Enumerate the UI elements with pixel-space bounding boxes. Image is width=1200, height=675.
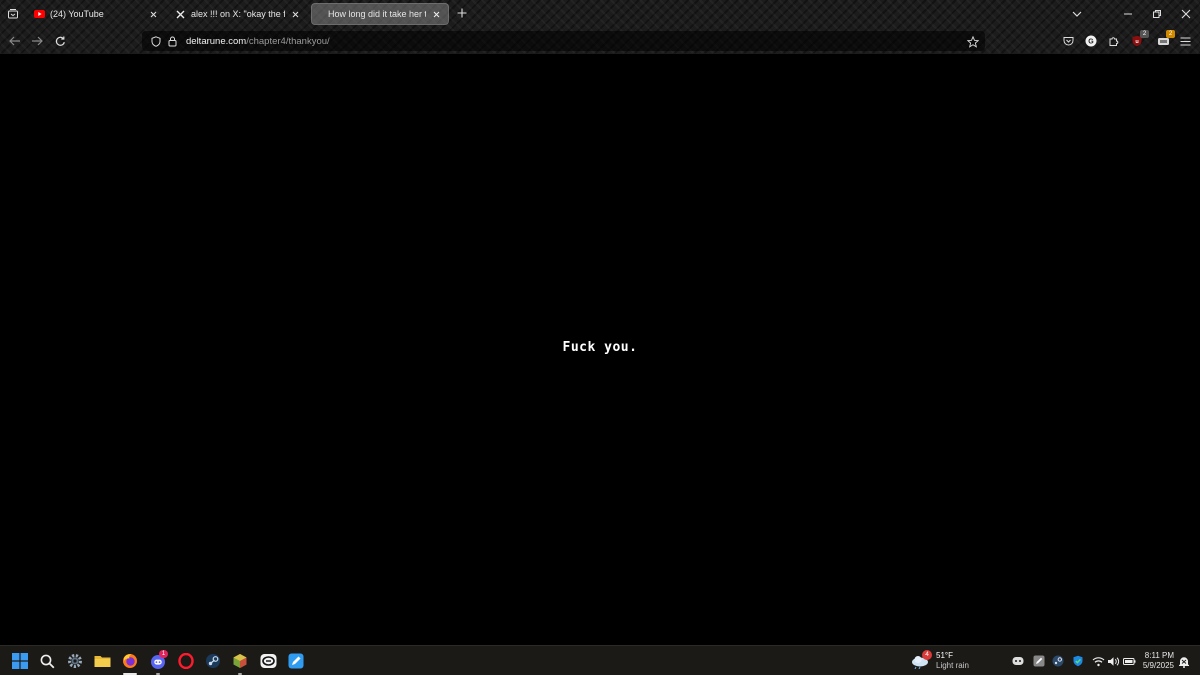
hamburger-menu-icon: [1180, 36, 1190, 46]
tab-title: How long did it take her to sm: [328, 9, 426, 19]
tab-list-button[interactable]: [4, 5, 22, 23]
weather-text: 51°F Light rain: [936, 651, 969, 671]
weather-alert-badge: 4: [922, 650, 932, 660]
address-bar[interactable]: deltarune.com/chapter4/thankyou/: [142, 31, 985, 51]
restore-button[interactable]: [1148, 5, 1166, 23]
ublock-badge: 2: [1140, 30, 1149, 38]
pen-app-icon: [288, 653, 304, 669]
weather-widget[interactable]: 4 51°F Light rain: [910, 650, 969, 672]
browser-chrome: (24) YouTube alex !!! on X: "okay the fa…: [0, 0, 1200, 54]
close-tab-icon[interactable]: [147, 8, 159, 20]
tray-discord-icon[interactable]: [1011, 654, 1025, 668]
reload-icon: [55, 36, 65, 46]
svg-text:G: G: [1088, 38, 1094, 45]
url-text[interactable]: deltarune.com/chapter4/thankyou/: [186, 36, 330, 47]
opera-icon: [178, 653, 194, 669]
close-window-button[interactable]: [1177, 5, 1195, 23]
list-all-tabs-button[interactable]: [1068, 5, 1086, 23]
taskbar-opera[interactable]: [175, 650, 197, 672]
search-button[interactable]: [36, 650, 58, 672]
tab-title: (24) YouTube: [50, 9, 104, 19]
weather-temperature: 51°F: [936, 651, 953, 660]
youtube-icon: [34, 9, 45, 20]
steam-icon: [206, 654, 220, 668]
ublock-origin-button[interactable]: u 2: [1128, 30, 1149, 50]
tab-title: alex !!! on X: "okay the fact that: [191, 9, 285, 19]
taskbar-discord[interactable]: 1: [147, 650, 169, 675]
page-message: Fuck you.: [562, 340, 638, 355]
close-tab-icon[interactable]: [289, 8, 301, 20]
gear-icon: [68, 654, 82, 668]
search-icon: [40, 654, 54, 668]
system-clock[interactable]: 8:11 PM 5/9/2025: [1128, 651, 1174, 671]
tab-x-post[interactable]: alex !!! on X: "okay the fact that: [169, 3, 307, 25]
rain-cloud-icon: 4: [910, 650, 932, 670]
tracking-protection-shield-icon[interactable]: [150, 35, 162, 47]
weather-condition: Light rain: [936, 661, 969, 670]
tab-deltarune[interactable]: How long did it take her to sm: [311, 3, 449, 25]
lock-icon[interactable]: [166, 35, 178, 47]
taskbar-steam[interactable]: [202, 650, 224, 672]
page-viewport: Fuck you.: [0, 54, 1200, 645]
firefox-icon: [123, 654, 137, 668]
tray-security-shield-icon[interactable]: [1071, 654, 1085, 668]
pocket-icon: [1063, 37, 1073, 46]
taskbar-firefox[interactable]: [119, 650, 141, 675]
tray-pen-icon[interactable]: [1032, 654, 1046, 668]
url-path: /chapter4/thankyou/: [246, 35, 330, 47]
extensions-button[interactable]: [1105, 32, 1123, 50]
reload-button[interactable]: [51, 32, 69, 50]
close-tab-icon[interactable]: [430, 8, 442, 20]
cube-app-icon: [233, 654, 247, 668]
windows-logo-icon: [12, 653, 28, 669]
forward-button[interactable]: [28, 32, 46, 50]
puzzle-piece-icon: [1109, 37, 1119, 46]
tray-steam-icon[interactable]: [1051, 654, 1065, 668]
navigation-toolbar: deltarune.com/chapter4/thankyou/ G u 2 2: [0, 28, 1200, 54]
account-button[interactable]: G: [1082, 32, 1100, 50]
minimize-button[interactable]: [1119, 5, 1137, 23]
pocket-button[interactable]: [1059, 32, 1077, 50]
wifi-icon[interactable]: [1091, 654, 1105, 668]
volume-icon[interactable]: [1106, 654, 1120, 668]
taskbar-app-chat[interactable]: [257, 650, 279, 672]
back-button[interactable]: [6, 32, 24, 50]
start-button[interactable]: [9, 650, 31, 672]
plus-icon: [457, 8, 467, 18]
new-tab-button[interactable]: [455, 6, 469, 20]
arrow-left-icon: [9, 36, 20, 46]
folder-icon: [94, 656, 110, 667]
notification-bell-icon[interactable]: [1178, 655, 1190, 668]
extension-badge: 2: [1166, 30, 1175, 38]
taskbar: 1 4 51°F Light rain 8:11 PM 5/9/2025: [0, 645, 1200, 675]
taskbar-app-notes[interactable]: [285, 650, 307, 672]
clock-time: 8:11 PM: [1144, 651, 1174, 660]
minimize-icon: [1124, 13, 1132, 15]
svg-text:u: u: [1135, 39, 1138, 45]
close-icon: [1181, 9, 1191, 19]
restore-icon: [1153, 10, 1161, 18]
clock-date: 5/9/2025: [1142, 661, 1174, 670]
tab-list-icon: [8, 9, 18, 19]
extension-button[interactable]: 2: [1154, 30, 1175, 50]
tab-youtube[interactable]: (24) YouTube: [28, 3, 165, 25]
taskbar-settings[interactable]: [64, 650, 86, 672]
taskbar-app-cube[interactable]: [229, 650, 251, 675]
taskbar-file-explorer[interactable]: [91, 650, 113, 672]
arrow-right-icon: [32, 36, 43, 46]
tab-strip: (24) YouTube alex !!! on X: "okay the fa…: [0, 0, 1200, 28]
discord-notification-badge: 1: [159, 650, 168, 658]
account-avatar-icon: G: [1085, 35, 1097, 47]
chat-app-icon: [260, 654, 276, 668]
x-logo-icon: [175, 9, 186, 20]
url-host: deltarune.com: [186, 35, 247, 47]
chevron-down-icon: [1072, 11, 1082, 17]
bookmark-star-icon[interactable]: [966, 35, 980, 48]
app-menu-button[interactable]: [1176, 32, 1194, 50]
